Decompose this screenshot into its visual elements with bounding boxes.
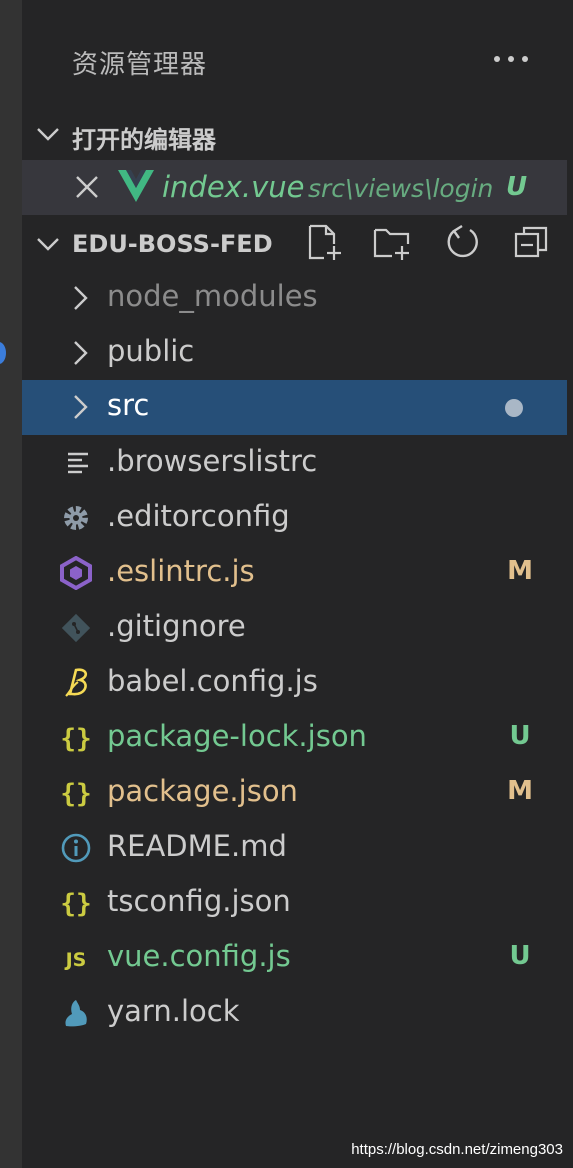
activity-indicator <box>0 342 6 364</box>
open-editor-item[interactable]: index.vue src\views\login U <box>22 160 567 215</box>
tree-item-label: package-lock.json <box>107 719 367 753</box>
gear-icon <box>64 506 88 530</box>
tree-item-public[interactable]: public <box>22 326 567 381</box>
watermark-text: https://blog.csdn.net/zimeng303 <box>351 1141 563 1158</box>
svg-text:{}: {} <box>60 724 91 754</box>
tree-item-package-json[interactable]: {} package.json M <box>22 766 567 821</box>
chevron-right-icon <box>74 395 88 419</box>
explorer-title-bar: 资源管理器 <box>22 0 573 110</box>
tree-item-label: vue.config.js <box>107 939 291 973</box>
json-braces-icon: {} <box>60 724 91 754</box>
modified-dot-icon <box>505 399 523 417</box>
tree-item-eslintrc[interactable]: .eslintrc.js M <box>22 546 567 601</box>
chevron-right-icon <box>74 341 88 365</box>
tree-item-label: babel.config.js <box>107 664 318 698</box>
open-editors-header[interactable]: 打开的编辑器 <box>22 108 573 160</box>
tree-item-src[interactable]: src <box>22 380 567 435</box>
vue-icon <box>118 170 154 202</box>
activity-bar <box>0 0 22 1168</box>
workspace-header[interactable]: EDU-BOSS-FED <box>22 218 573 270</box>
explorer-sidebar: 资源管理器 打开的编辑器 index.vue src\views\login U <box>22 0 573 1168</box>
tree-item-readme[interactable]: README.md <box>22 821 567 876</box>
git-icon <box>61 613 91 643</box>
open-editor-file-path: src\views\login <box>308 174 494 203</box>
tree-item-label: yarn.lock <box>107 994 240 1028</box>
svg-text:{}: {} <box>60 889 91 919</box>
git-status-badge: U <box>506 172 528 202</box>
svg-text:JS: JS <box>64 949 87 971</box>
new-file-icon[interactable] <box>304 222 344 262</box>
tree-item-editorconfig[interactable]: .editorconfig <box>22 491 567 546</box>
json-braces-icon: {} <box>60 889 91 919</box>
explorer-title: 资源管理器 <box>72 50 208 80</box>
js-icon: JS <box>64 949 87 971</box>
tree-item-label: .gitignore <box>107 609 246 643</box>
tree-item-label: package.json <box>107 774 298 808</box>
tree-item-label: .eslintrc.js <box>107 554 255 588</box>
yarn-icon <box>65 1000 87 1027</box>
git-status-badge: M <box>507 556 533 586</box>
git-status-badge: U <box>509 721 531 751</box>
info-icon <box>61 833 91 863</box>
refresh-icon[interactable] <box>442 222 482 262</box>
git-status-badge: U <box>509 941 531 971</box>
tree-item-label: tsconfig.json <box>107 884 291 918</box>
tree-item-label: node_modules <box>107 279 318 313</box>
tree-item-babel-config[interactable]: babel.config.js <box>22 656 567 711</box>
tree-item-node-modules[interactable]: node_modules <box>22 271 567 326</box>
tree-item-gitignore[interactable]: .gitignore <box>22 601 567 656</box>
tree-item-label: .editorconfig <box>107 499 290 533</box>
tree-item-yarn-lock[interactable]: yarn.lock <box>22 986 567 1041</box>
tree-item-tsconfig[interactable]: {} tsconfig.json <box>22 876 567 931</box>
chevron-right-icon <box>74 286 88 310</box>
json-braces-icon: {} <box>60 779 91 809</box>
new-folder-icon[interactable] <box>372 222 412 262</box>
tree-item-label: src <box>107 388 150 422</box>
text-lines-icon <box>68 452 88 474</box>
collapse-all-icon[interactable] <box>512 222 552 262</box>
workspace-label: EDU-BOSS-FED <box>72 230 273 258</box>
open-editors-label: 打开的编辑器 <box>72 126 216 154</box>
tree-item-package-lock[interactable]: {} package-lock.json U <box>22 711 567 766</box>
eslint-icon <box>60 556 92 590</box>
tree-item-label: README.md <box>107 829 287 863</box>
tree-item-label: .browserslistrc <box>107 444 318 478</box>
ellipsis-icon[interactable] <box>491 44 531 74</box>
tree-item-vue-config[interactable]: JS vue.config.js U <box>22 931 567 986</box>
git-status-badge: M <box>507 776 533 806</box>
chevron-down-icon <box>37 128 59 141</box>
tree-item-browserslistrc[interactable]: .browserslistrc <box>22 436 567 491</box>
close-icon[interactable] <box>72 172 102 202</box>
tree-item-label: public <box>107 334 195 368</box>
open-editor-file-name: index.vue <box>162 170 305 204</box>
babel-icon <box>65 668 88 697</box>
svg-text:{}: {} <box>60 779 91 809</box>
chevron-down-icon <box>37 238 59 251</box>
